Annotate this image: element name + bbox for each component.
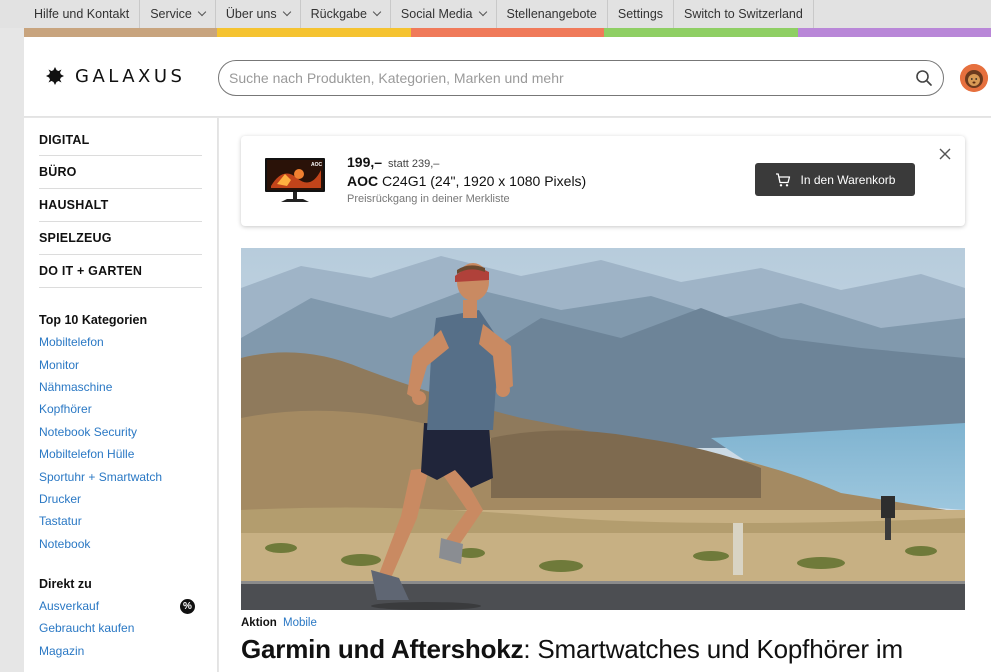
topnav-item[interactable]: Switch to Switzerland bbox=[674, 0, 814, 28]
logo-text: GALAXUS bbox=[75, 65, 186, 87]
topnav-item[interactable]: Settings bbox=[608, 0, 675, 28]
direkt-link[interactable]: Gebraucht kaufen bbox=[39, 617, 202, 639]
search-input[interactable] bbox=[229, 61, 889, 95]
galaxus-logo[interactable]: GALAXUS bbox=[44, 65, 185, 87]
top10-link[interactable]: Notebook bbox=[39, 533, 202, 555]
stripe-segment bbox=[604, 28, 798, 37]
search-box bbox=[218, 60, 944, 96]
top10-link[interactable]: Monitor bbox=[39, 353, 202, 375]
sidebar-category[interactable]: DIGITAL bbox=[39, 118, 202, 156]
direkt-heading: Direkt zu bbox=[39, 576, 92, 591]
top10-link[interactable]: Nähmaschine bbox=[39, 376, 202, 398]
article-headline[interactable]: Garmin und Aftershokz: Smartwatches und … bbox=[241, 634, 903, 665]
monitor-product-image[interactable]: AOC bbox=[263, 156, 327, 206]
top10-link[interactable]: Mobiltelefon Hülle bbox=[39, 443, 202, 465]
topnav-item[interactable]: Über uns bbox=[216, 0, 301, 28]
price-drop-notice: AOC 199,– statt 239,– AOC C24G1 (24", 19… bbox=[241, 136, 965, 226]
stripe-segment bbox=[24, 28, 218, 37]
topnav-item[interactable]: Social Media bbox=[391, 0, 497, 28]
topnav-item[interactable]: Rückgabe bbox=[301, 0, 391, 28]
article-tags: Aktion Mobile bbox=[241, 617, 317, 629]
cart-button-label: In den Warenkorb bbox=[800, 172, 896, 187]
topnav-item[interactable]: Stellenangebote bbox=[497, 0, 608, 28]
headline-bold: Garmin und Aftershokz bbox=[241, 634, 524, 664]
top10-link[interactable]: Tastatur bbox=[39, 510, 202, 532]
topnav-item-label: Über uns bbox=[225, 7, 277, 21]
top10-link[interactable]: Drucker bbox=[39, 488, 202, 510]
product-model: C24G1 (24", 1920 x 1080 Pixels) bbox=[382, 173, 587, 189]
direkt-link-label: Magazin bbox=[39, 643, 85, 658]
chevron-down-icon bbox=[372, 7, 382, 17]
stripe-segment bbox=[797, 28, 991, 37]
topnav-item-label: Stellenangebote bbox=[506, 7, 597, 21]
site-header: GALAXUS bbox=[24, 37, 991, 117]
top-utility-nav: Hilfe und Kontakt Service Über uns Rückgabe… bbox=[0, 0, 991, 28]
top10-link[interactable]: Mobiltelefon bbox=[39, 331, 202, 353]
price-row: 199,– statt 239,– bbox=[347, 154, 439, 170]
topnav-item-label: Switch to Switzerland bbox=[684, 7, 803, 21]
category-sidebar: DIGITAL BÜRO HAUSHALT SPIELZEUG DO IT + GART… bbox=[24, 118, 218, 672]
chevron-down-icon bbox=[282, 7, 291, 17]
avatar-lion-icon bbox=[960, 64, 988, 92]
direkt-link-label: Gebraucht kaufen bbox=[39, 621, 135, 636]
chevron-down-icon bbox=[478, 7, 487, 17]
top10-link[interactable]: Kopfhörer bbox=[39, 398, 202, 420]
direkt-link[interactable]: Magazin bbox=[39, 640, 202, 662]
topnav-item-label: Hilfe und Kontakt bbox=[34, 7, 130, 21]
main-content: AOC 199,– statt 239,– AOC C24G1 (24", 19… bbox=[219, 118, 991, 672]
hero-illustration bbox=[241, 248, 965, 610]
stripe-segment bbox=[410, 28, 605, 37]
svg-text:AOC: AOC bbox=[311, 162, 323, 168]
chevron-down-icon bbox=[197, 7, 207, 17]
search-icon[interactable] bbox=[915, 69, 933, 87]
headline-rest: : Smartwatches und Kopfhörer im bbox=[523, 634, 903, 664]
product-brand: AOC bbox=[347, 173, 379, 189]
stripe-segment bbox=[217, 28, 411, 37]
topnav-item-label: Rückgabe bbox=[310, 7, 367, 21]
sidebar-category[interactable]: SPIELZEUG bbox=[39, 222, 202, 255]
galaxus-planet-icon bbox=[46, 67, 64, 85]
top10-heading: Top 10 Kategorien bbox=[39, 313, 148, 327]
topnav-item-label: Social Media bbox=[400, 7, 473, 21]
tag-mobile-link[interactable]: Mobile bbox=[283, 617, 317, 629]
sidebar-category[interactable]: BÜRO bbox=[39, 156, 202, 189]
top10-link[interactable]: Sportuhr + Smartwatch bbox=[39, 465, 202, 487]
topnav-item-label: Settings bbox=[617, 7, 664, 21]
close-icon[interactable] bbox=[937, 146, 953, 162]
cart-icon bbox=[775, 172, 790, 186]
user-avatar[interactable] bbox=[960, 64, 988, 92]
notice-subtitle: Preisrückgang in deiner Merkliste bbox=[347, 193, 510, 205]
add-to-cart-button[interactable]: In den Warenkorb bbox=[755, 163, 915, 196]
direkt-link-label: Ausverkauf bbox=[39, 599, 100, 614]
color-stripe bbox=[24, 28, 991, 37]
sidebar-category[interactable]: DO IT + GARTEN bbox=[39, 255, 202, 288]
direkt-link[interactable]: Ausverkauf% bbox=[39, 595, 202, 617]
topnav-item[interactable]: Hilfe und Kontakt bbox=[24, 0, 141, 28]
old-price: statt 239,– bbox=[388, 158, 440, 170]
tag-aktion: Aktion bbox=[241, 617, 277, 629]
sidebar-category[interactable]: HAUSHALT bbox=[39, 189, 202, 222]
current-price: 199,– bbox=[347, 154, 383, 170]
topnav-item-label: Service bbox=[150, 7, 192, 21]
top10-link[interactable]: Notebook Security bbox=[39, 421, 202, 443]
hero-image-runner[interactable] bbox=[241, 248, 965, 610]
percent-badge-icon: % bbox=[180, 598, 195, 614]
product-name[interactable]: AOC C24G1 (24", 1920 x 1080 Pixels) bbox=[347, 173, 586, 189]
topnav-item[interactable]: Service bbox=[140, 0, 216, 28]
